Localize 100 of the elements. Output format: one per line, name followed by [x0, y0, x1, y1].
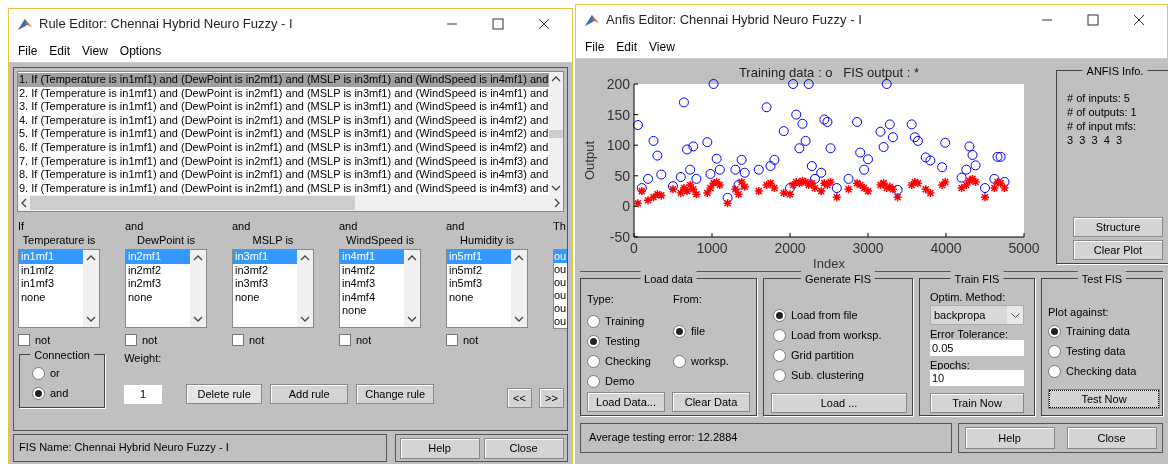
button[interactable]: Close	[1066, 427, 1157, 449]
list-item[interactable]: ou	[554, 263, 567, 277]
data-point	[740, 182, 750, 192]
button[interactable]: Help	[964, 427, 1055, 449]
radio-button[interactable]	[32, 386, 45, 400]
button[interactable]: Help	[399, 437, 480, 459]
list-item[interactable]: in1mf2	[19, 263, 83, 278]
list-item[interactable]: ou	[554, 315, 567, 329]
scrollbar[interactable]	[18, 195, 563, 212]
epochs-field[interactable]: 10	[930, 370, 1024, 386]
menu-item[interactable]: File	[13, 41, 43, 60]
list-item[interactable]: ou	[554, 276, 567, 290]
list-item[interactable]: in5mf3	[447, 277, 511, 291]
radio-button[interactable]	[773, 348, 786, 362]
maximize-icon[interactable]	[1087, 14, 1099, 26]
list-item[interactable]: none	[447, 290, 511, 305]
list-item[interactable]: in4mf4	[340, 290, 404, 305]
button[interactable]: Test Now	[1048, 389, 1160, 409]
menu-item[interactable]: Options	[114, 41, 167, 60]
list-item[interactable]: ou	[554, 302, 567, 316]
rule-item[interactable]: 9. If (Temperature is in1mf1) and (DewPoint is in2mf1) and (MSLP is in3mf1) and (WindSpeed is in4mf3) and	[18, 181, 550, 196]
list-item[interactable]: in4mf3	[340, 277, 404, 291]
rule-item[interactable]: 7. If (Temperature is in1mf1) and (DewPoint is in2mf1) and (MSLP is in3mf1) and (WindSpeed is in4mf3) and	[18, 154, 550, 169]
scrollbar[interactable]	[549, 72, 564, 196]
button[interactable]: Structure	[1073, 217, 1163, 237]
close-icon[interactable]	[1133, 14, 1145, 26]
checkbox-label: not	[249, 332, 265, 348]
button[interactable]: Clear Data	[672, 392, 750, 412]
radio-button[interactable]	[773, 368, 786, 382]
button[interactable]: >>	[539, 388, 564, 409]
menu-item[interactable]: Edit	[611, 37, 643, 56]
weight-field[interactable]: 1	[124, 384, 163, 404]
list-item[interactable]: none	[126, 290, 190, 305]
radio-label: Grid partition	[791, 347, 854, 363]
checkbox[interactable]	[446, 334, 458, 347]
button[interactable]: Load Data...	[587, 392, 665, 412]
list-item[interactable]: in4mf2	[340, 263, 404, 278]
menu-item[interactable]: Edit	[44, 41, 76, 60]
radio-button[interactable]	[1048, 344, 1061, 358]
rule-item[interactable]: 1. If (Temperature is in1mf1) and (DewPoint is in2mf1) and (MSLP is in3mf1) and (WindSpeed is in4mf1) and	[18, 73, 550, 87]
menu-item[interactable]: View	[77, 41, 113, 60]
radio-button[interactable]	[1048, 324, 1061, 338]
rule-item[interactable]: 4. If (Temperature is in1mf1) and (DewPoint is in2mf1) and (MSLP is in3mf1) and (WindSpeed is in4mf2) and	[18, 113, 550, 128]
radio-button[interactable]	[587, 354, 600, 368]
list-item[interactable]: in3mf3	[233, 277, 297, 291]
radio-button[interactable]	[587, 314, 600, 328]
list-box[interactable]: in2mf1 in2mf2 in2mf3 none	[125, 249, 207, 328]
button[interactable]: Delete rule	[186, 384, 263, 405]
scroll-thumb[interactable]	[549, 129, 564, 138]
list-item[interactable]: in2mf2	[126, 263, 190, 278]
checkbox[interactable]	[232, 334, 244, 347]
radio-button[interactable]	[1048, 364, 1061, 378]
checkbox[interactable]	[18, 334, 30, 347]
list-item[interactable]: none	[233, 290, 297, 305]
radio-button[interactable]	[773, 328, 786, 342]
button[interactable]: Close	[483, 437, 564, 459]
data-point	[940, 137, 951, 148]
radio-label: Load from worksp.	[791, 327, 882, 343]
list-box[interactable]: in1mf1 in1mf2 in1mf3 none	[18, 249, 100, 328]
rule-item[interactable]: 2. If (Temperature is in1mf1) and (DewPoint is in2mf1) and (MSLP is in3mf1) and (WindSpeed is in4mf1) and	[18, 86, 550, 101]
scroll-thumb[interactable]	[30, 196, 355, 211]
maximize-icon[interactable]	[492, 18, 504, 30]
list-box[interactable]: ou ou ou ou ou ou	[553, 249, 567, 330]
checkbox[interactable]	[339, 334, 351, 347]
list-item[interactable]: none	[19, 290, 83, 305]
radio-button[interactable]	[773, 308, 786, 322]
rule-item[interactable]: 6. If (Temperature is in1mf1) and (DewPoint is in2mf1) and (MSLP is in3mf1) and (WindSpeed is in4mf2) and	[18, 140, 550, 155]
button[interactable]: Clear Plot	[1073, 240, 1163, 260]
tolerance-field[interactable]: 0.05	[930, 340, 1024, 356]
rule-item[interactable]: 5. If (Temperature is in1mf1) and (DewPoint is in2mf1) and (MSLP is in3mf1) and (WindSpeed is in4mf2) and	[18, 127, 550, 141]
button[interactable]: Load ...	[771, 393, 907, 413]
menu-item[interactable]: View	[644, 37, 680, 56]
radio-button[interactable]	[32, 366, 45, 380]
button[interactable]: Train Now	[930, 393, 1024, 413]
list-item[interactable]: none	[340, 304, 404, 318]
rule-item[interactable]: 3. If (Temperature is in1mf1) and (DewPoint is in2mf1) and (MSLP is in3mf1) and (WindSpeed is in4mf1) and	[18, 100, 550, 114]
scroll-up-icon	[193, 255, 203, 262]
list-item[interactable]: ou	[554, 289, 567, 303]
rule-item[interactable]: 8. If (Temperature is in1mf1) and (DewPoint is in2mf1) and (MSLP is in3mf1) and (WindSpeed is in4mf3) and	[18, 168, 550, 182]
button[interactable]: <<	[507, 388, 532, 409]
radio-button[interactable]	[673, 324, 686, 338]
radio-button[interactable]	[673, 354, 686, 368]
list-item[interactable]: in5mf2	[447, 263, 511, 278]
radio-button[interactable]	[587, 334, 600, 348]
radio-button[interactable]	[587, 374, 600, 388]
dropdown[interactable]: backpropa	[930, 305, 1024, 325]
list-box[interactable]: in3mf1 in3mf2 in3mf3 none	[232, 249, 314, 328]
rule-list[interactable]	[17, 71, 564, 213]
button[interactable]: Change rule	[356, 384, 435, 405]
button[interactable]: Add rule	[270, 384, 349, 405]
checkbox[interactable]	[125, 334, 137, 347]
tick-label: 100	[606, 137, 630, 154]
list-item[interactable]: in2mf3	[126, 277, 190, 291]
list-item[interactable]: in3mf2	[233, 263, 297, 278]
list-item[interactable]: in1mf3	[19, 277, 83, 291]
caret-icon	[1010, 312, 1020, 318]
list-box[interactable]: in5mf1 in5mf2 in5mf3 none	[446, 249, 528, 328]
menu-item[interactable]: File	[580, 37, 610, 56]
close-icon[interactable]	[538, 18, 550, 30]
list-box[interactable]: in4mf1 in4mf2 in4mf3 in4mf4 none	[339, 249, 421, 328]
